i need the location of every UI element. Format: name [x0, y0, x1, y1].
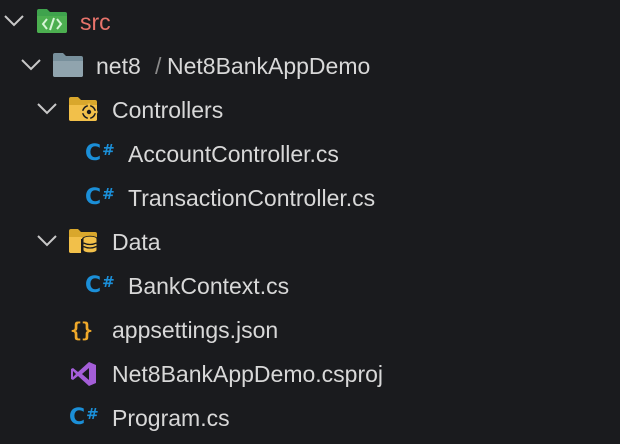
- tree-item-appsettings[interactable]: {} appsettings.json: [0, 308, 620, 352]
- csharp-icon: C#: [85, 141, 115, 166]
- file-explorer-tree: src net8 / Net8BankAppDemo Controllers C…: [0, 0, 620, 444]
- tree-item-label: appsettings.json: [112, 317, 279, 343]
- tree-item-controllers[interactable]: Controllers: [0, 88, 620, 132]
- json-braces-icon: {}: [70, 318, 93, 342]
- chevron-down-icon[interactable]: [36, 234, 58, 248]
- folder-code-icon: [36, 6, 67, 36]
- tree-item-accountcontroller[interactable]: C# AccountController.cs: [0, 132, 620, 176]
- folder-gear-icon: [68, 95, 98, 125]
- tree-item-transactioncontroller[interactable]: C# TransactionController.cs: [0, 176, 620, 220]
- tree-item-label: Data: [112, 229, 161, 255]
- chevron-down-icon[interactable]: [20, 58, 42, 72]
- visual-studio-icon: [70, 361, 100, 391]
- tree-item-program[interactable]: C# Program.cs: [0, 396, 620, 440]
- tree-item-label: Controllers: [112, 97, 224, 123]
- csharp-icon: C#: [85, 273, 115, 298]
- csharp-icon: C#: [69, 405, 99, 430]
- chevron-down-icon[interactable]: [3, 14, 25, 28]
- tree-item-src[interactable]: src: [0, 0, 620, 44]
- folder-icon: [52, 51, 83, 81]
- folder-database-icon: [68, 227, 99, 257]
- tree-item-label: Net8BankAppDemo: [167, 53, 371, 79]
- tree-item-label: Program.cs: [112, 405, 230, 431]
- tree-item-label: TransactionController.cs: [128, 185, 376, 211]
- tree-item-parent-label: net8: [96, 53, 141, 79]
- tree-item-label: AccountController.cs: [128, 141, 339, 167]
- tree-item-data[interactable]: Data: [0, 220, 620, 264]
- chevron-down-icon[interactable]: [36, 102, 58, 116]
- tree-item-net8bankappdemo[interactable]: net8 / Net8BankAppDemo: [0, 44, 620, 88]
- tree-item-label: Net8BankAppDemo.csproj: [112, 361, 384, 387]
- tree-item-label: src: [80, 9, 111, 35]
- tree-item-csproj[interactable]: Net8BankAppDemo.csproj: [0, 352, 620, 396]
- path-separator: /: [155, 53, 162, 79]
- tree-item-bankcontext[interactable]: C# BankContext.cs: [0, 264, 620, 308]
- tree-item-label: BankContext.cs: [128, 273, 290, 299]
- csharp-icon: C#: [85, 185, 115, 210]
